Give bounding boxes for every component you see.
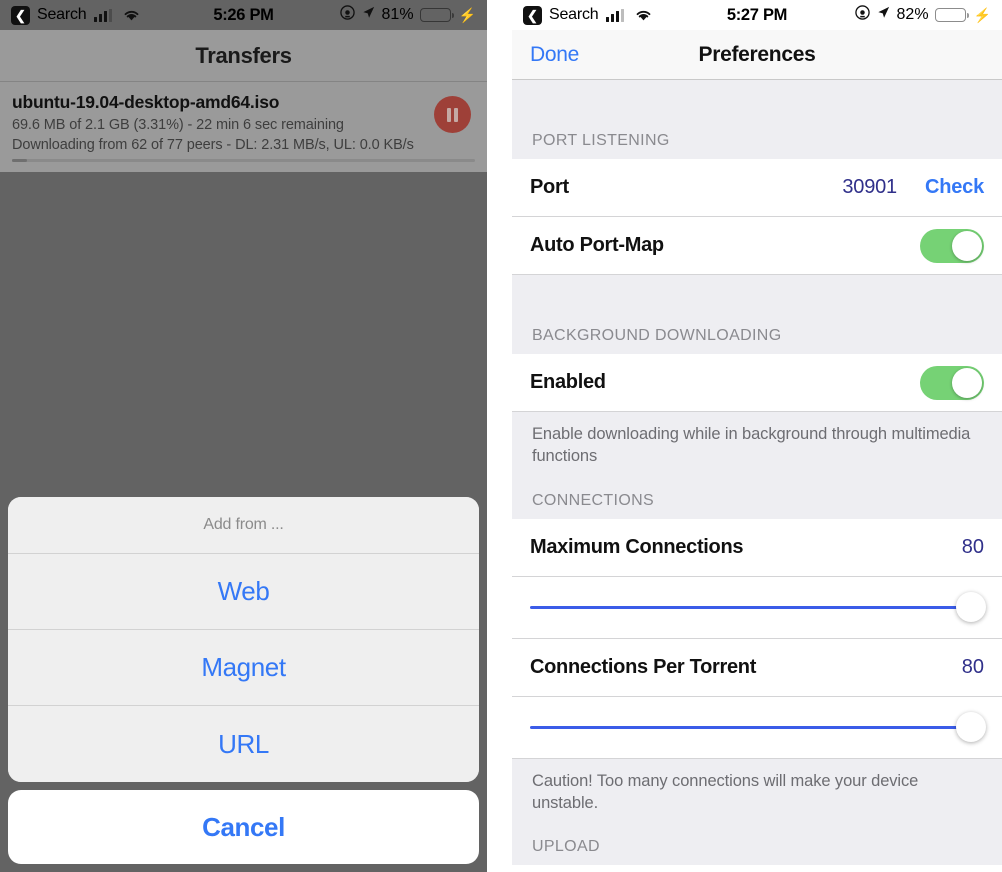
connections-per-torrent-slider[interactable]: [530, 712, 986, 743]
check-port-button[interactable]: Check: [925, 176, 984, 199]
status-bar-clock: 5:27 PM: [726, 5, 788, 24]
max-connections-label: Maximum Connections: [530, 535, 744, 558]
auto-port-map-toggle[interactable]: [920, 228, 984, 263]
status-bar-right: ❮ Search 5:27 PM 82% ⚡: [512, 0, 1002, 30]
section-header-upload: UPLOAD: [512, 832, 1002, 866]
torrent-progress-label: 69.6 MB of 2.1 GB (3.31%) - 22 min 6 sec…: [12, 117, 344, 133]
progress-bar-fill: [12, 159, 28, 162]
toggle-knob: [952, 230, 982, 261]
auto-port-map-label: Auto Port-Map: [530, 234, 664, 256]
setting-row-connections-per-torrent[interactable]: Connections Per Torrent 80: [512, 638, 1002, 697]
port-label: Port: [530, 176, 569, 198]
page-title: Transfers: [195, 42, 292, 68]
action-sheet: Add from ... Web Magnet URL Cancel: [0, 489, 487, 872]
slider-track: [530, 605, 984, 609]
section-spacer-top: [512, 80, 1002, 126]
nav-bar-transfers: Transfers: [0, 30, 487, 82]
status-bar-clock: 5:26 PM: [213, 5, 274, 24]
torrent-peers-label: Downloading from 62 of 77 peers - DL: 2.…: [12, 137, 414, 153]
torrent-name-label: ubuntu-19.04-desktop-amd64.iso: [12, 92, 280, 112]
toggle-knob: [952, 367, 982, 398]
background-enabled-toggle[interactable]: [920, 365, 984, 400]
max-connections-slider[interactable]: [530, 592, 986, 623]
setting-row-background-enabled[interactable]: Enabled: [512, 354, 1002, 412]
action-sheet-item-magnet[interactable]: Magnet: [8, 630, 479, 706]
section-spacer-background: [512, 275, 1002, 321]
cancel-button[interactable]: Cancel: [8, 790, 479, 864]
background-enabled-label: Enabled: [530, 371, 606, 393]
action-sheet-title: Add from ...: [8, 497, 479, 554]
progress-bar: [12, 159, 475, 162]
slider-thumb[interactable]: [956, 592, 986, 623]
slider-track: [530, 725, 984, 729]
max-connections-slider-row[interactable]: [512, 576, 1002, 639]
action-sheet-group: Add from ... Web Magnet URL: [8, 497, 479, 782]
setting-row-max-connections[interactable]: Maximum Connections 80: [512, 518, 1002, 577]
section-header-port-listening: PORT LISTENING: [512, 126, 1002, 159]
screen-divider: [487, 0, 512, 872]
connections-caution-note: Caution! Too many connections will make …: [512, 758, 1002, 833]
battery-icon: [934, 8, 970, 22]
right-phone-screen: ❮ Search 5:27 PM 82% ⚡ Done Preferences …: [512, 0, 1002, 872]
connections-per-torrent-label: Connections Per Torrent: [530, 655, 757, 678]
status-bar-left: ❮ Search 5:26 PM 81% ⚡: [0, 0, 487, 30]
section-header-background-downloading: BACKGROUND DOWNLOADING: [512, 321, 1002, 354]
pause-icon[interactable]: [434, 96, 471, 133]
background-downloading-note: Enable downloading while in background t…: [512, 412, 1002, 486]
slider-thumb[interactable]: [956, 712, 986, 743]
setting-row-port[interactable]: Port 30901 Check: [512, 159, 1002, 217]
connections-per-torrent-slider-row[interactable]: [512, 696, 1002, 759]
page-title: Preferences: [698, 42, 816, 66]
max-connections-value: 80: [961, 535, 984, 558]
section-header-connections: CONNECTIONS: [512, 485, 1002, 519]
connections-per-torrent-value: 80: [961, 655, 984, 678]
left-phone-screen: ❮ Search 5:26 PM 81% ⚡ Transfers ubuntu-…: [0, 0, 487, 872]
battery-icon: [419, 8, 455, 22]
setting-row-auto-port-map[interactable]: Auto Port-Map: [512, 217, 1002, 275]
nav-bar-preferences: Done Preferences: [512, 30, 1002, 80]
dual-phone-screenshot: ❮ Search 5:26 PM 81% ⚡ Transfers ubuntu-…: [0, 0, 1002, 872]
action-sheet-item-web[interactable]: Web: [8, 554, 479, 630]
action-sheet-item-url[interactable]: URL: [8, 706, 479, 782]
port-input[interactable]: 30901: [842, 176, 897, 199]
transfer-list-item[interactable]: ubuntu-19.04-desktop-amd64.iso 69.6 MB o…: [0, 82, 487, 172]
